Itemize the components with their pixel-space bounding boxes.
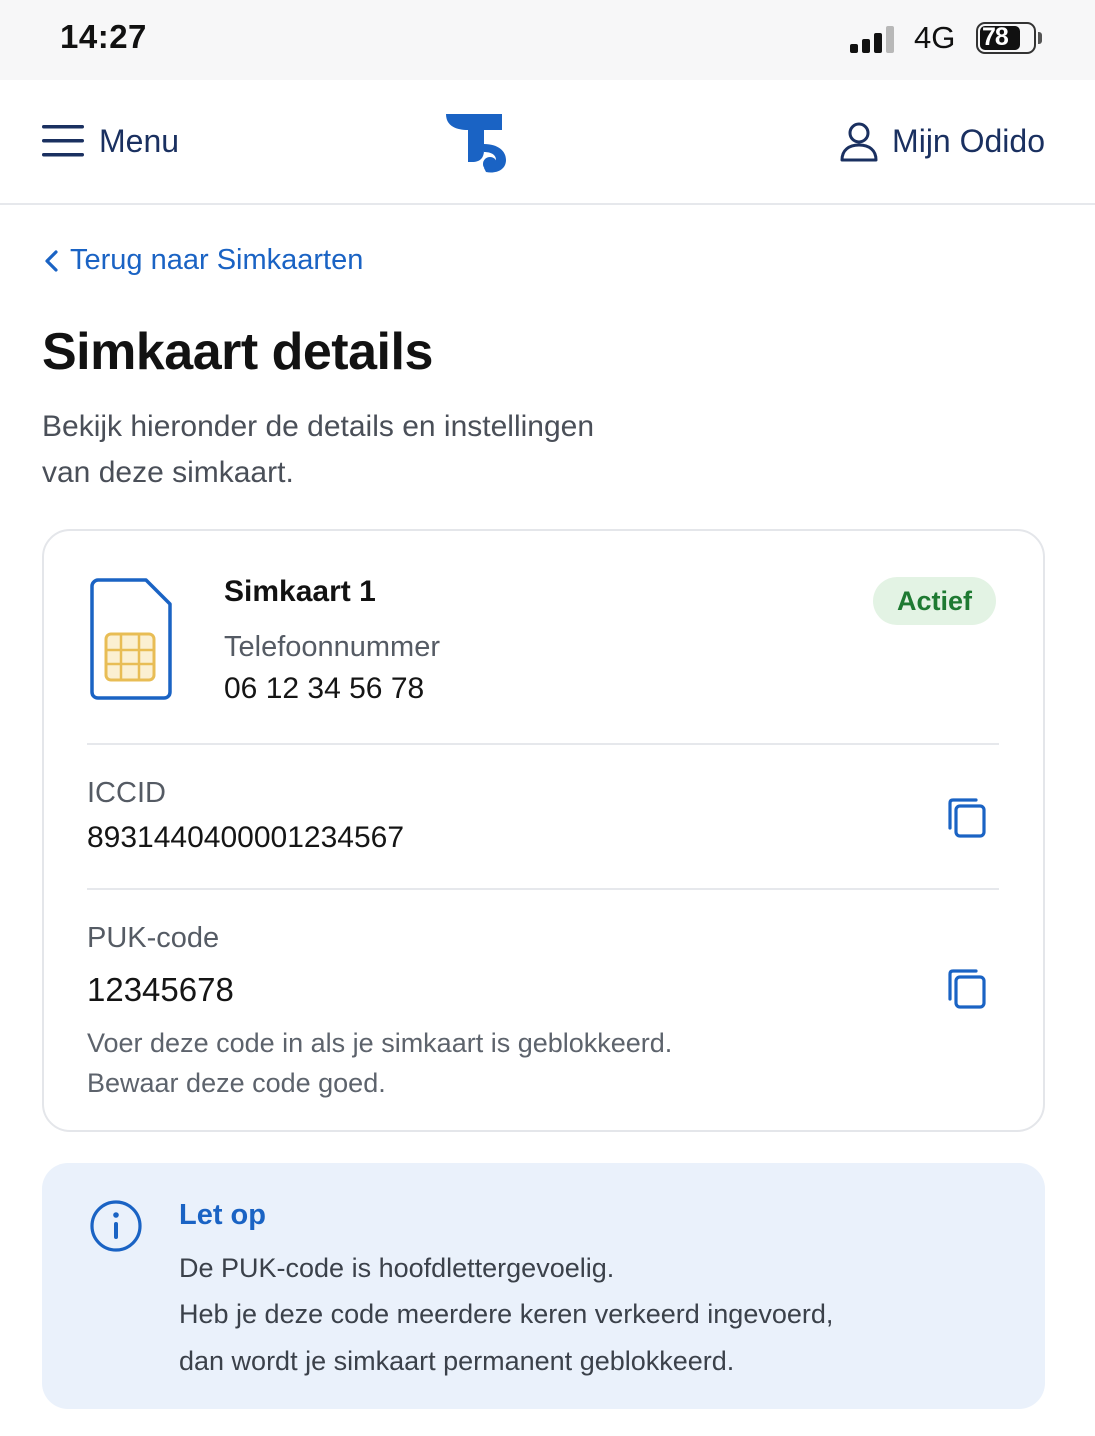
notice-line: dan wordt je simkaart permanent geblokke… <box>179 1346 735 1376</box>
notice-line: De PUK-code is hoofdlettergevoelig. <box>179 1253 615 1283</box>
copy-puk-button[interactable] <box>946 967 988 1011</box>
divider <box>87 743 999 745</box>
phone-number-label: Telefoonnummer <box>224 631 440 663</box>
status-time: 14:27 <box>60 18 147 55</box>
network-type: 4G <box>914 20 956 55</box>
menu-button[interactable]: Menu <box>42 116 179 166</box>
sim-name: Simkaart 1 <box>224 575 376 608</box>
iccid-label: ICCID <box>87 777 166 809</box>
puk-value: 12345678 <box>87 971 234 1008</box>
divider <box>87 888 999 890</box>
puk-label: PUK-code <box>87 922 220 954</box>
phone-number-value: 06 12 34 56 78 <box>224 672 425 705</box>
chevron-left-icon <box>45 249 58 272</box>
back-to-simcards-link[interactable]: Terug naar Simkaarten <box>42 244 363 277</box>
subtitle-line: Bekijk hieronder de details en instellin… <box>42 410 595 443</box>
subtitle-line: van deze simkaart. <box>42 456 294 489</box>
page-subtitle: Bekijk hieronder de details en instellin… <box>42 404 692 496</box>
puk-note: Voer deze code in als je simkaart is geb… <box>87 1023 787 1103</box>
sim-details-card: Simkaart 1 Telefoonnummer 06 12 34 56 78… <box>42 529 1045 1132</box>
user-icon <box>840 122 878 162</box>
back-link-label: Terug naar Simkaarten <box>70 244 364 276</box>
menu-label: Menu <box>99 122 180 159</box>
status-bar: 14:27 4G 78 <box>0 0 1095 80</box>
notice-title: Let op <box>179 1199 266 1231</box>
puk-note-line: Voer deze code in als je simkaart is geb… <box>87 1028 673 1058</box>
account-button[interactable]: Mijn Odido <box>838 116 1045 166</box>
puk-note-line: Bewaar deze code goed. <box>87 1068 386 1098</box>
sim-card-icon <box>90 578 172 700</box>
info-icon <box>90 1200 142 1252</box>
signal-bars-icon <box>850 26 894 53</box>
copy-iccid-button[interactable] <box>946 796 988 840</box>
hamburger-icon <box>42 125 84 157</box>
odido-logo[interactable] <box>440 106 510 176</box>
app-header: Menu Mijn Odido <box>0 80 1095 205</box>
page-title: Simkaart details <box>42 323 433 381</box>
battery-level: 78 <box>982 23 1009 51</box>
iccid-value: 8931440400001234567 <box>87 821 405 854</box>
notice-box: Let op De PUK-code is hoofdlettergevoeli… <box>42 1163 1045 1409</box>
status-badge: Actief <box>872 577 996 625</box>
battery-icon: 78 <box>976 22 1046 56</box>
account-label: Mijn Odido <box>892 122 1045 159</box>
notice-line: Heb je deze code meerdere keren verkeerd… <box>179 1299 834 1329</box>
